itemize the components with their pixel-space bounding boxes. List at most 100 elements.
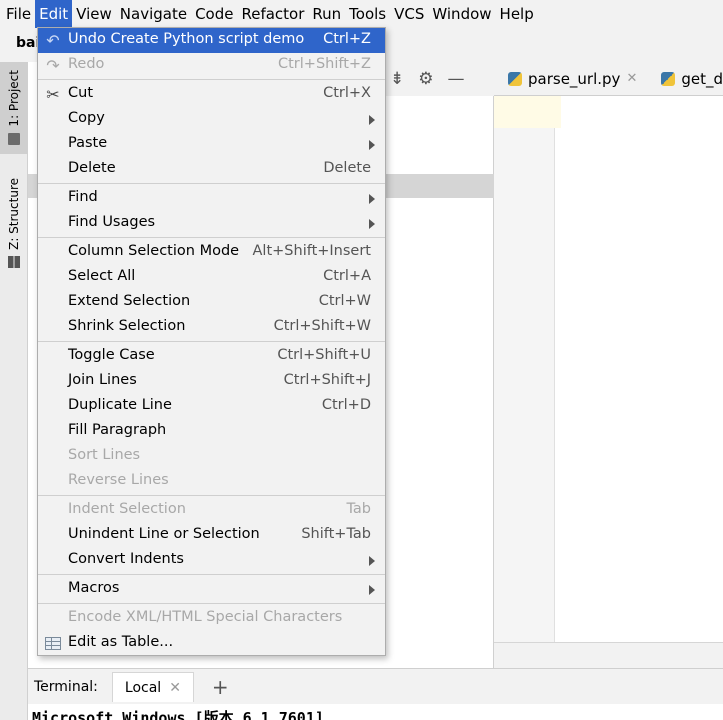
menu-item-toggle-case[interactable]: Toggle Case Ctrl+Shift+U (38, 344, 385, 369)
menu-item-label: Find Usages (68, 214, 156, 230)
menu-item-indent-selection[interactable]: Indent Selection Tab (38, 498, 385, 523)
terminal-tab-local[interactable]: Local ✕ (111, 671, 194, 702)
menu-item-shortcut: Ctrl+W (318, 293, 371, 309)
menu-item-edit-as-table[interactable]: Edit as Table... (38, 631, 385, 656)
menu-item-label: Join Lines (68, 372, 137, 388)
menu-item-shortcut: Delete (323, 160, 371, 176)
menu-item-label: Convert Indents (68, 551, 184, 567)
menu-item-undo[interactable]: ↶ Undo Create Python script demo Ctrl+Z (38, 28, 385, 53)
menu-item-label: Fill Paragraph (68, 422, 167, 438)
hide-panel-icon[interactable]: — (448, 69, 465, 89)
menu-item-redo[interactable]: ↷ Redo Ctrl+Shift+Z (38, 53, 385, 78)
menu-item-label: Redo (68, 56, 105, 72)
menu-item-sort-lines[interactable]: Sort Lines (38, 444, 385, 469)
menu-item-label: Shrink Selection (68, 318, 186, 334)
menu-file[interactable]: File (2, 0, 35, 28)
submenu-arrow-icon (369, 140, 375, 150)
menu-run[interactable]: Run (308, 0, 345, 28)
menu-item-shortcut: Ctrl+Shift+W (273, 318, 371, 334)
menu-tools[interactable]: Tools (345, 0, 390, 28)
menu-view[interactable]: View (72, 0, 116, 28)
menu-vcs[interactable]: VCS (390, 0, 428, 28)
menu-separator (38, 237, 385, 238)
menu-item-label: Copy (68, 110, 105, 126)
menu-item-extend-selection[interactable]: Extend Selection Ctrl+W (38, 290, 385, 315)
menu-edit[interactable]: Edit (35, 0, 73, 28)
close-icon[interactable]: ✕ (626, 71, 637, 86)
left-tool-strip: 1: Project Z: Structure (0, 62, 28, 720)
menu-item-cut[interactable]: ✂ Cut Ctrl+X (38, 82, 385, 107)
editor-tab-parse-url[interactable]: parse_url.py ✕ (494, 62, 647, 96)
editor-horizontal-scrollbar[interactable] (494, 642, 723, 668)
menu-item-delete[interactable]: Delete Delete (38, 157, 385, 182)
menu-separator (38, 574, 385, 575)
menu-item-fill-paragraph[interactable]: Fill Paragraph (38, 419, 385, 444)
submenu-arrow-icon (369, 219, 375, 229)
new-terminal-plus-icon[interactable]: + (212, 675, 229, 699)
submenu-arrow-icon (369, 194, 375, 204)
scissors-icon: ✂ (46, 85, 60, 104)
menu-item-label: Encode XML/HTML Special Characters (68, 609, 343, 625)
structure-icon (8, 255, 20, 268)
menu-item-label: Paste (68, 135, 108, 151)
menu-item-label: Cut (68, 85, 93, 101)
menu-item-shortcut: Tab (346, 501, 371, 517)
menu-navigate[interactable]: Navigate (116, 0, 191, 28)
collapse-all-icon[interactable]: ⇟ (390, 69, 404, 89)
table-icon (44, 635, 62, 653)
terminal-tab-label: Local (124, 679, 162, 696)
structure-tool-tab[interactable]: Z: Structure (0, 172, 28, 272)
menu-separator (38, 495, 385, 496)
editor-tab-get-data[interactable]: get_data (647, 62, 723, 96)
menu-item-shortcut: Ctrl+Shift+U (277, 347, 371, 363)
menu-item-paste[interactable]: Paste (38, 132, 385, 157)
menu-code[interactable]: Code (191, 0, 237, 28)
gear-icon[interactable]: ⚙ (418, 69, 433, 89)
menu-item-select-all[interactable]: Select All Ctrl+A (38, 265, 385, 290)
submenu-arrow-icon (369, 585, 375, 595)
menu-item-find-usages[interactable]: Find Usages (38, 211, 385, 236)
menu-item-label: Edit as Table... (68, 634, 174, 650)
editor-tab-label: get_data (681, 69, 723, 88)
menu-window[interactable]: Window (428, 0, 495, 28)
project-tool-tab[interactable]: 1: Project (0, 62, 28, 154)
menu-item-macros[interactable]: Macros (38, 577, 385, 602)
menu-item-shrink-selection[interactable]: Shrink Selection Ctrl+Shift+W (38, 315, 385, 340)
editor-gutter (494, 96, 555, 642)
terminal-output[interactable]: Microsoft Windows [版本 6.1.7601] (28, 704, 723, 720)
menu-refactor[interactable]: Refactor (237, 0, 308, 28)
menu-item-label: Column Selection Mode (68, 243, 240, 259)
submenu-arrow-icon (369, 556, 375, 566)
terminal-label: Terminal: (34, 678, 98, 695)
menu-item-encode-xml[interactable]: Encode XML/HTML Special Characters (38, 606, 385, 631)
menu-item-label: Macros (68, 580, 120, 596)
menu-item-copy[interactable]: Copy (38, 107, 385, 132)
menu-item-column-selection-mode[interactable]: Column Selection Mode Alt+Shift+Insert (38, 240, 385, 265)
menu-separator (38, 79, 385, 80)
menu-item-duplicate-line[interactable]: Duplicate Line Ctrl+D (38, 394, 385, 419)
menu-item-label: Sort Lines (68, 447, 141, 463)
menu-item-label: Indent Selection (68, 501, 186, 517)
menu-help[interactable]: Help (496, 0, 538, 28)
menu-item-join-lines[interactable]: Join Lines Ctrl+Shift+J (38, 369, 385, 394)
menu-item-find[interactable]: Find (38, 186, 385, 211)
submenu-arrow-icon (369, 115, 375, 125)
menu-item-shortcut: Ctrl+D (321, 397, 371, 413)
menu-item-label: Duplicate Line (68, 397, 172, 413)
menu-item-unindent[interactable]: Unindent Line or Selection Shift+Tab (38, 523, 385, 548)
menu-item-label: Reverse Lines (68, 472, 169, 488)
project-panel-tools: ⇟ ⚙ — (386, 62, 494, 96)
close-icon[interactable]: ✕ (169, 680, 181, 696)
code-editor[interactable] (494, 96, 723, 642)
edit-menu-dropdown: ↶ Undo Create Python script demo Ctrl+Z … (37, 27, 386, 656)
terminal-tab-bar: Terminal: Local ✕ + (28, 668, 723, 704)
menu-separator (38, 341, 385, 342)
python-file-icon (661, 71, 676, 86)
menu-item-label: Undo Create Python script demo (68, 31, 305, 47)
menu-item-convert-indents[interactable]: Convert Indents (38, 548, 385, 573)
current-line-highlight (494, 96, 561, 128)
menu-item-label: Find (68, 189, 98, 205)
menu-item-shortcut: Shift+Tab (301, 526, 371, 542)
menu-item-reverse-lines[interactable]: Reverse Lines (38, 469, 385, 494)
menu-item-shortcut: Ctrl+Shift+J (283, 372, 371, 388)
